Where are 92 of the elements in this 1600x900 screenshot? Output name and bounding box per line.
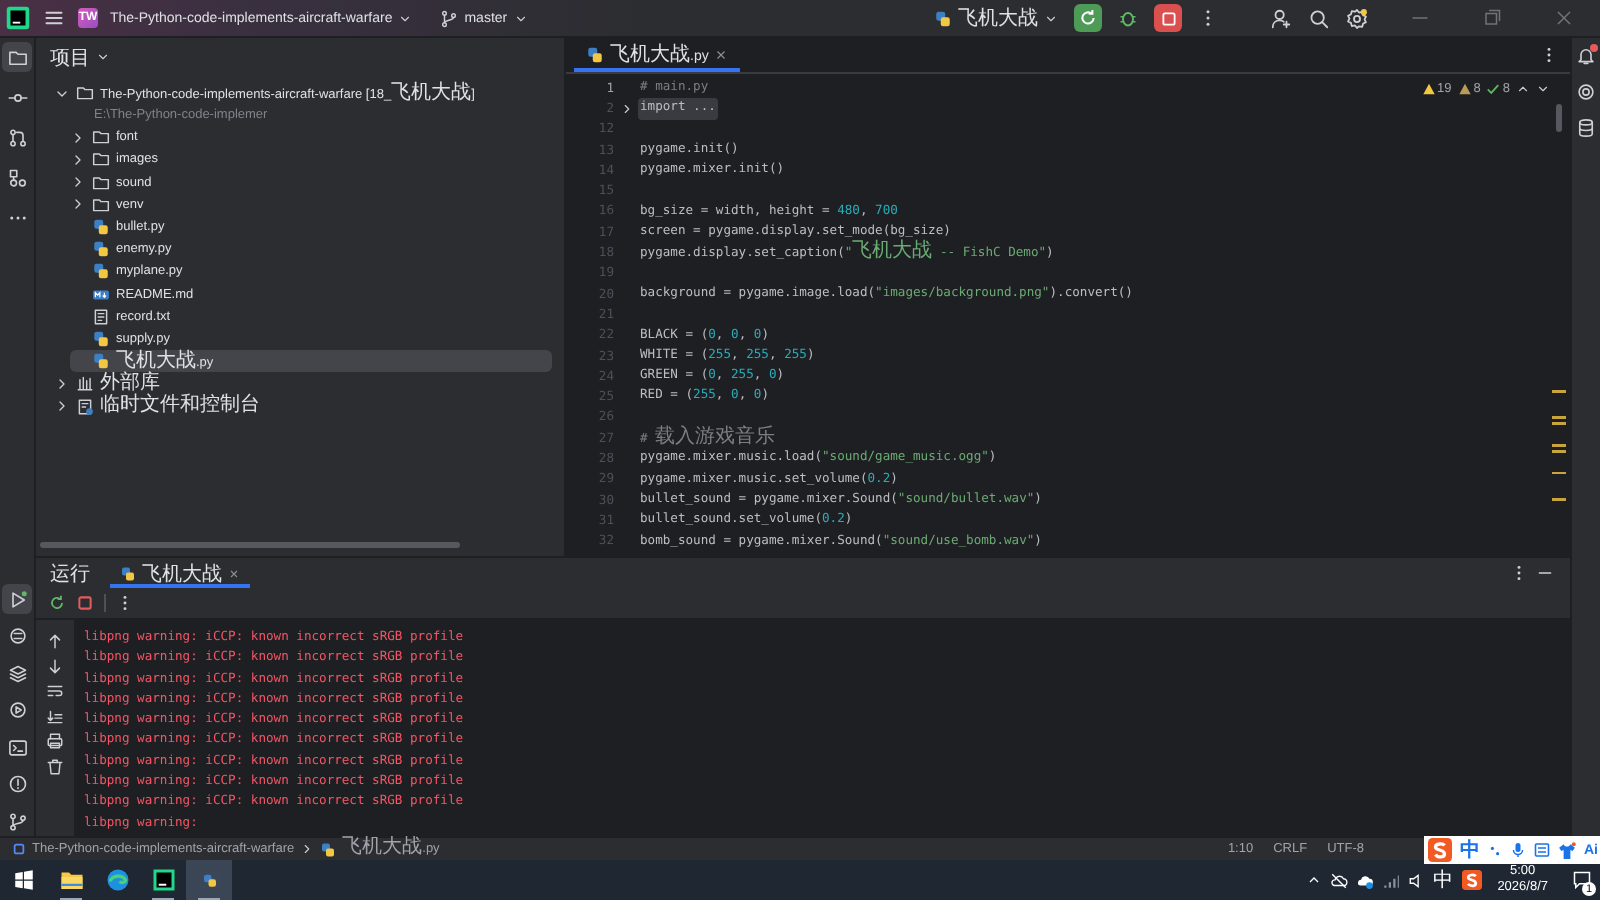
run-tool-button[interactable] [2, 584, 32, 614]
arrow-up-icon[interactable] [46, 632, 64, 650]
folder-tool-button[interactable] [2, 42, 32, 72]
caret-icon [96, 50, 110, 64]
terminal-icon [7, 737, 27, 757]
python-icon [120, 565, 136, 581]
caret-icon [1044, 11, 1058, 25]
chevron-down-icon[interactable] [1536, 82, 1550, 96]
rerun-button[interactable] [1074, 4, 1102, 32]
browser-app-icon [105, 868, 129, 892]
input-method-logo[interactable] [1428, 838, 1452, 862]
settings-icon[interactable] [1346, 7, 1368, 29]
chevron-right-icon[interactable] [54, 375, 70, 392]
stop-icon [1159, 9, 1177, 27]
scroll-to-end-icon[interactable] [46, 707, 64, 725]
search-icon[interactable] [1308, 7, 1330, 29]
branch-icon [440, 9, 459, 27]
tree-item[interactable]: 临时文件和控制台 [54, 394, 552, 418]
arrow-down-icon[interactable] [46, 657, 64, 675]
keyboard-icon[interactable] [1534, 842, 1550, 858]
microphone-icon[interactable] [1510, 842, 1526, 858]
bell-icon[interactable] [1576, 46, 1596, 66]
spiral-icon[interactable] [1576, 82, 1596, 102]
chevron-right-icon [300, 842, 315, 856]
chevron-right-icon[interactable] [70, 174, 86, 191]
problems-icon [7, 774, 27, 794]
chevron-up-icon[interactable] [1516, 82, 1530, 96]
shirt-icon[interactable] [1558, 841, 1576, 859]
text-file-icon [92, 307, 110, 326]
ide-app-icon [151, 868, 175, 892]
git-icon [7, 811, 27, 831]
folder-icon [7, 47, 27, 67]
panel-title[interactable]: 项目 [50, 43, 110, 71]
layers-icon [7, 663, 27, 683]
cloud-sync-icon[interactable] [1355, 871, 1374, 889]
python-file-icon [586, 46, 604, 64]
warning-icon [1421, 82, 1436, 96]
module-icon [12, 842, 26, 856]
input-method-icon[interactable] [1461, 870, 1482, 890]
run-icon [7, 589, 27, 609]
rerun-icon [1078, 8, 1098, 28]
chevron-right-icon[interactable] [70, 151, 86, 168]
stop-button[interactable] [1154, 4, 1182, 32]
trash-icon[interactable] [46, 757, 64, 775]
chevron-up-icon[interactable] [1305, 872, 1322, 888]
taskbar-app[interactable] [186, 860, 232, 900]
folder-icon [76, 84, 94, 103]
menu-icon[interactable] [42, 6, 66, 30]
fold-chevron-icon[interactable] [619, 101, 633, 116]
database-icon[interactable] [1576, 118, 1596, 138]
chevron-right-icon[interactable] [70, 129, 86, 146]
input-mode[interactable]: 中 [1460, 836, 1480, 864]
soft-wrap-icon[interactable] [46, 682, 64, 700]
app-logo [6, 6, 30, 30]
bug-icon[interactable] [1118, 8, 1138, 28]
restore-icon[interactable] [1480, 6, 1504, 30]
bar-chart-icon [76, 374, 94, 393]
panel-title: 运行 [50, 561, 90, 588]
file-icon [76, 397, 94, 416]
print-icon[interactable] [46, 732, 64, 750]
run-config-selector[interactable]: 飞机大战 [934, 4, 1058, 32]
close-icon[interactable] [228, 567, 240, 579]
caret-icon [513, 11, 528, 25]
tree-item[interactable]: 外部库 [54, 372, 552, 395]
punctuation-icon[interactable] [1488, 843, 1502, 857]
network-icon[interactable] [1381, 871, 1400, 889]
check-icon [1486, 82, 1501, 96]
message-icon [1572, 870, 1592, 890]
folder-app-icon [59, 868, 83, 892]
rerun-icon[interactable] [48, 594, 66, 612]
cloud-icon[interactable] [1329, 871, 1348, 889]
weak-warning-icon [1457, 82, 1472, 96]
markdown-file-icon [92, 285, 110, 304]
input-mode[interactable]: 中 [1433, 866, 1454, 894]
close-icon[interactable] [714, 48, 729, 62]
python-icon [934, 9, 952, 27]
inspection-marks-drawing [1552, 386, 1568, 506]
scrollbar-thumb[interactable] [1556, 104, 1562, 132]
chevron-right-icon[interactable] [54, 398, 70, 415]
scrollbar-thumb[interactable] [40, 542, 460, 548]
packages-icon [7, 626, 27, 646]
run-tab[interactable]: 飞机大战 [110, 558, 250, 588]
add-user-icon[interactable] [1270, 7, 1292, 29]
close-icon[interactable] [1552, 6, 1576, 30]
stop-icon[interactable] [76, 594, 94, 612]
caret-icon [398, 11, 413, 25]
pull-request-icon [7, 127, 27, 147]
chevron-right-icon[interactable] [70, 196, 86, 213]
structure-icon [7, 167, 27, 187]
start-icon[interactable] [14, 870, 34, 890]
services-icon [7, 700, 27, 720]
python-file-icon [320, 841, 337, 857]
